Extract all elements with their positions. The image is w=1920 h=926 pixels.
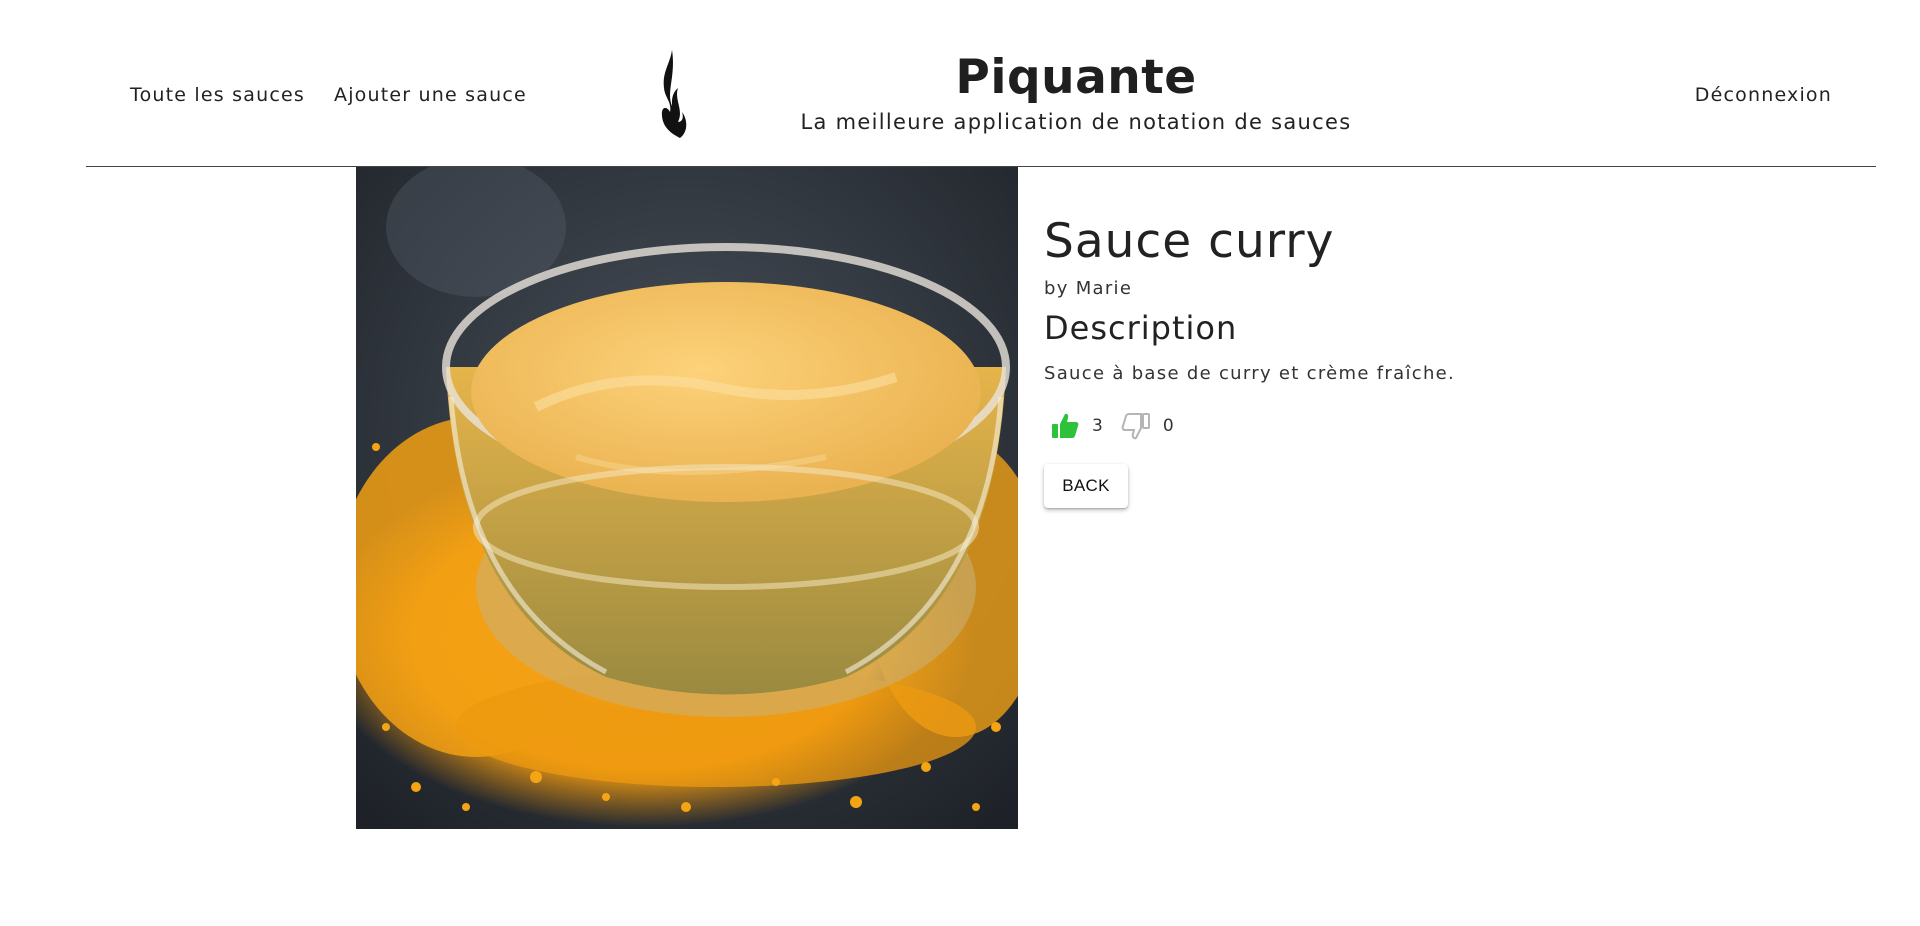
description-heading: Description [1044,309,1238,347]
app-header: Toute les sauces Ajouter une sauce Piqua… [86,0,1876,167]
sauce-image [356,167,1018,829]
app-title: Piquante [955,50,1197,105]
sauce-manufacturer: by Marie [1044,278,1133,299]
vote-bar: 3 0 [1044,410,1744,442]
sauce-info: Sauce curry by Marie Description Sauce à… [1044,212,1744,508]
nav-add-sauce-link[interactable]: Ajouter une sauce [334,84,527,106]
thumbs-down-icon[interactable] [1121,411,1151,441]
nav-all-sauces-link[interactable]: Toute les sauces [130,84,305,106]
thumbs-up-icon[interactable] [1050,411,1080,441]
sauce-description: Sauce à base de curry et crème fraîche. [1044,363,1456,384]
sauce-name: Sauce curry [1044,214,1335,269]
back-button[interactable]: BACK [1044,464,1128,508]
dislike-count: 0 [1162,416,1174,436]
logout-link[interactable]: Déconnexion [1695,84,1832,106]
like-count: 3 [1092,416,1103,436]
app-subtitle: La meilleure application de notation de … [800,110,1352,134]
flame-icon [661,50,687,138]
sauce-detail-page: Toute les sauces Ajouter une sauce Piqua… [0,0,1920,926]
